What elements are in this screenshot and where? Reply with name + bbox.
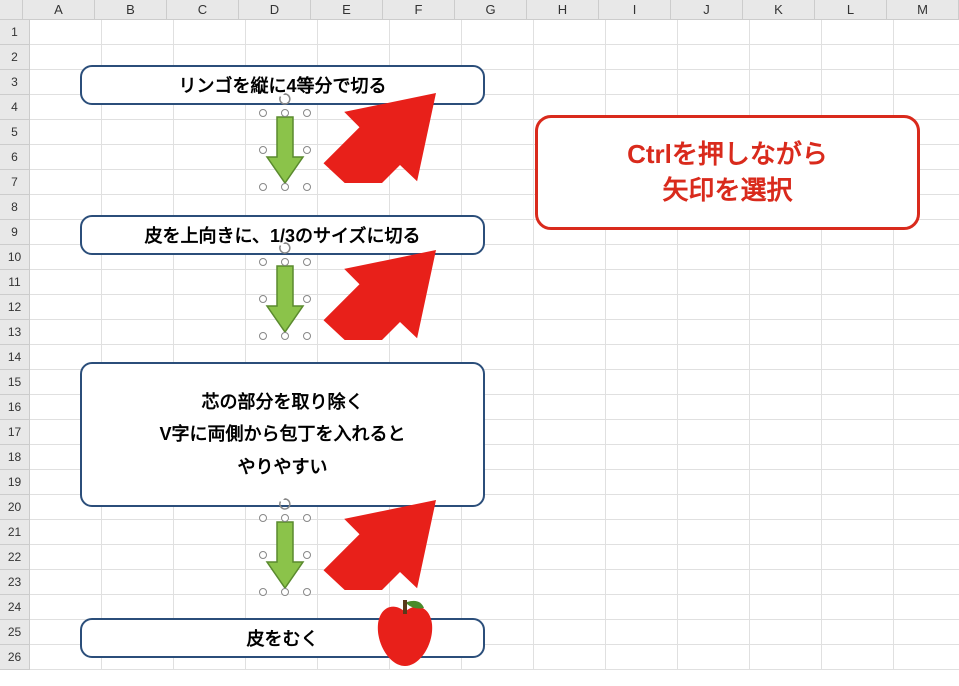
row-header[interactable]: 11 [0,270,29,295]
row-header[interactable]: 2 [0,45,29,70]
annotation-arrow-1 [310,93,450,188]
col-header[interactable]: L [815,0,887,19]
col-header[interactable]: M [887,0,959,19]
col-header[interactable]: H [527,0,599,19]
row-header[interactable]: 5 [0,120,29,145]
row-header[interactable]: 26 [0,645,29,670]
flow-box-3-line3: やりやすい [238,451,328,483]
apple-icon[interactable] [370,594,440,679]
row-header[interactable]: 1 [0,20,29,45]
col-header[interactable]: G [455,0,527,19]
flow-box-3[interactable]: 芯の部分を取り除く V字に両側から包丁を入れると やりやすい [80,362,485,507]
row-header[interactable]: 6 [0,145,29,170]
col-header[interactable]: K [743,0,815,19]
row-header[interactable]: 13 [0,320,29,345]
rotate-handle-icon[interactable] [278,93,292,107]
row-headers: 1234567891011121314151617181920212223242… [0,20,30,670]
select-all-corner[interactable] [0,0,23,19]
col-header[interactable]: D [239,0,311,19]
col-header[interactable]: E [311,0,383,19]
row-header[interactable]: 12 [0,295,29,320]
row-header[interactable]: 9 [0,220,29,245]
col-header[interactable]: C [167,0,239,19]
row-header[interactable]: 17 [0,420,29,445]
col-header[interactable]: I [599,0,671,19]
col-header[interactable]: A [23,0,95,19]
row-header[interactable]: 22 [0,545,29,570]
col-header[interactable]: F [383,0,455,19]
callout-line2: 矢印を選択 [562,172,893,208]
row-header[interactable]: 7 [0,170,29,195]
rotate-handle-icon[interactable] [278,242,292,256]
col-header[interactable]: J [671,0,743,19]
row-header[interactable]: 8 [0,195,29,220]
row-header[interactable]: 15 [0,370,29,395]
row-header[interactable]: 10 [0,245,29,270]
flow-arrow-2[interactable] [265,264,305,334]
flow-box-3-line1: 芯の部分を取り除く [202,386,364,418]
row-header[interactable]: 16 [0,395,29,420]
row-header[interactable]: 18 [0,445,29,470]
flow-arrow-3[interactable] [265,520,305,590]
row-header[interactable]: 21 [0,520,29,545]
row-header[interactable]: 23 [0,570,29,595]
col-header[interactable]: B [95,0,167,19]
flow-box-4-text: 皮をむく [247,625,319,651]
flow-box-3-line2: V字に両側から包丁を入れると [159,418,405,450]
instruction-callout: Ctrlを押しながら 矢印を選択 [535,115,920,230]
column-headers: A B C D E F G H I J K L M [0,0,959,20]
row-header[interactable]: 19 [0,470,29,495]
row-header[interactable]: 24 [0,595,29,620]
row-header[interactable]: 20 [0,495,29,520]
annotation-arrow-3 [310,500,450,595]
row-header[interactable]: 14 [0,345,29,370]
annotation-arrow-2 [310,250,450,345]
callout-line1: Ctrlを押しながら [562,136,893,172]
rotate-handle-icon[interactable] [278,498,292,512]
row-header[interactable]: 3 [0,70,29,95]
flow-arrow-1[interactable] [265,115,305,185]
row-header[interactable]: 4 [0,95,29,120]
row-header[interactable]: 25 [0,620,29,645]
